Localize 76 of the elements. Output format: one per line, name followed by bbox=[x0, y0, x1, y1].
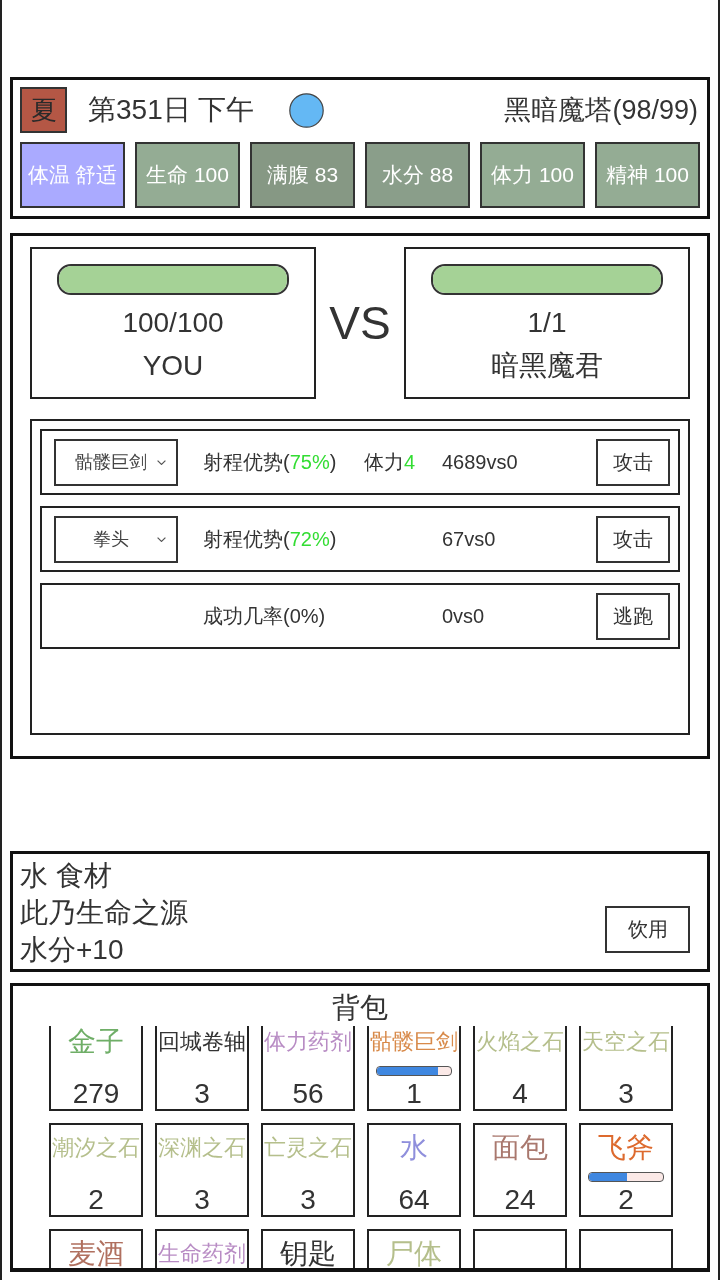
item-count: 2 bbox=[618, 1185, 634, 1215]
item-name: 深渊之石 bbox=[158, 1134, 246, 1162]
item-count: 3 bbox=[300, 1185, 316, 1215]
inventory-cell[interactable]: 面包 24 bbox=[473, 1123, 567, 1217]
item-count: 56 bbox=[292, 1079, 324, 1109]
item-info-text: 水分+10 bbox=[20, 933, 124, 967]
weapon-select[interactable]: 拳头 bbox=[54, 515, 178, 563]
item-count: 2 bbox=[88, 1185, 104, 1215]
chevron-down-icon bbox=[157, 536, 166, 542]
item-count: 3 bbox=[194, 1185, 210, 1215]
inventory-cell[interactable]: 深渊之石 3 bbox=[155, 1123, 249, 1217]
inventory-cell[interactable]: 金子 279 bbox=[49, 1026, 143, 1111]
use-button[interactable]: 饮用 bbox=[605, 906, 690, 953]
item-count: 279 bbox=[72, 1079, 120, 1109]
item-name: 生命药剂 bbox=[158, 1240, 246, 1268]
item-name: 水 bbox=[400, 1134, 428, 1162]
item-name: 火焰之石 bbox=[476, 1028, 564, 1056]
stat-tile: 水分 88 bbox=[365, 142, 470, 208]
item-count: 24 bbox=[504, 1185, 536, 1215]
inventory-cell[interactable]: 天空之石 3 bbox=[579, 1026, 673, 1111]
fighter-name: YOU bbox=[142, 349, 204, 383]
item-count: 1 bbox=[406, 1079, 422, 1109]
item-name: 天空之石 bbox=[582, 1028, 670, 1056]
item-name: 飞斧 bbox=[598, 1134, 654, 1162]
item-info-text: 此乃生命之源 bbox=[20, 896, 188, 930]
item-name: 尸体 bbox=[386, 1240, 442, 1268]
inventory-cell[interactable]: 麦酒 bbox=[49, 1229, 143, 1268]
item-count: 64 bbox=[398, 1185, 430, 1215]
item-count: 3 bbox=[194, 1079, 210, 1109]
flee-button[interactable]: 逃跑 bbox=[596, 592, 670, 640]
item-name: 回城卷轴 bbox=[158, 1028, 246, 1056]
inventory-cell[interactable]: 回城卷轴 3 bbox=[155, 1026, 249, 1111]
chevron-down-icon bbox=[157, 459, 166, 465]
item-count: 4 bbox=[512, 1079, 528, 1109]
dot-icon bbox=[288, 92, 324, 128]
hp-text: 100/100 bbox=[122, 306, 224, 340]
season-tile: 夏 bbox=[20, 87, 67, 133]
stat-tile: 精神 100 bbox=[595, 142, 700, 208]
fighter-name: 暗黑魔君 bbox=[491, 349, 603, 383]
odds-text: 射程优势(75%) bbox=[202, 449, 337, 475]
item-count: 3 bbox=[618, 1079, 634, 1109]
inventory-cell[interactable]: 火焰之石 4 bbox=[473, 1026, 567, 1111]
odds-text: 射程优势(72%) bbox=[202, 526, 337, 552]
item-name: 亡灵之石 bbox=[264, 1134, 352, 1162]
stat-tile: 体温 舒适 bbox=[20, 142, 125, 208]
score-text: 67vs0 bbox=[442, 527, 496, 551]
item-name: 面包 bbox=[492, 1134, 548, 1162]
stat-tile: 满腹 83 bbox=[250, 142, 355, 208]
date-label: 第351日 下午 bbox=[88, 93, 255, 127]
inventory-cell[interactable]: 体力药剂 56 bbox=[261, 1026, 355, 1111]
weapon-select[interactable]: 骷髅巨剑 bbox=[54, 438, 178, 486]
inventory-title: 背包 bbox=[332, 991, 388, 1025]
stat-tile: 体力 100 bbox=[480, 142, 585, 208]
item-info-text: 水 食材 bbox=[20, 859, 112, 893]
item-name: 潮汐之石 bbox=[52, 1134, 140, 1162]
item-name: 骷髅巨剑 bbox=[370, 1028, 458, 1056]
location-label: 黑暗魔塔(98/99) bbox=[504, 94, 698, 127]
item-name: 麦酒 bbox=[68, 1240, 124, 1268]
attack-button[interactable]: 攻击 bbox=[596, 438, 670, 486]
inventory-cell[interactable]: 潮汐之石 2 bbox=[49, 1123, 143, 1217]
inventory-cell[interactable]: 飞斧 2 bbox=[579, 1123, 673, 1217]
odds-text: 成功几率(0%) bbox=[202, 603, 326, 629]
inventory-cell[interactable]: 水 64 bbox=[367, 1123, 461, 1217]
attack-button[interactable]: 攻击 bbox=[596, 515, 670, 563]
inventory-cell[interactable]: 亡灵之石 3 bbox=[261, 1123, 355, 1217]
item-name: 钥匙 bbox=[280, 1240, 336, 1268]
inventory-cell[interactable]: 骷髅巨剑 1 bbox=[367, 1026, 461, 1111]
item-name: 体力药剂 bbox=[264, 1028, 352, 1056]
versus-label: VS bbox=[329, 297, 391, 349]
stat-tile: 生命 100 bbox=[135, 142, 240, 208]
score-text: 0vs0 bbox=[442, 604, 485, 628]
inventory-cell[interactable]: 钥匙 bbox=[261, 1229, 355, 1268]
item-name: 金子 bbox=[68, 1028, 124, 1056]
score-text: 4689vs0 bbox=[442, 450, 518, 474]
hp-text: 1/1 bbox=[527, 306, 567, 340]
stamina-cost-text: 体力4 bbox=[364, 449, 416, 475]
